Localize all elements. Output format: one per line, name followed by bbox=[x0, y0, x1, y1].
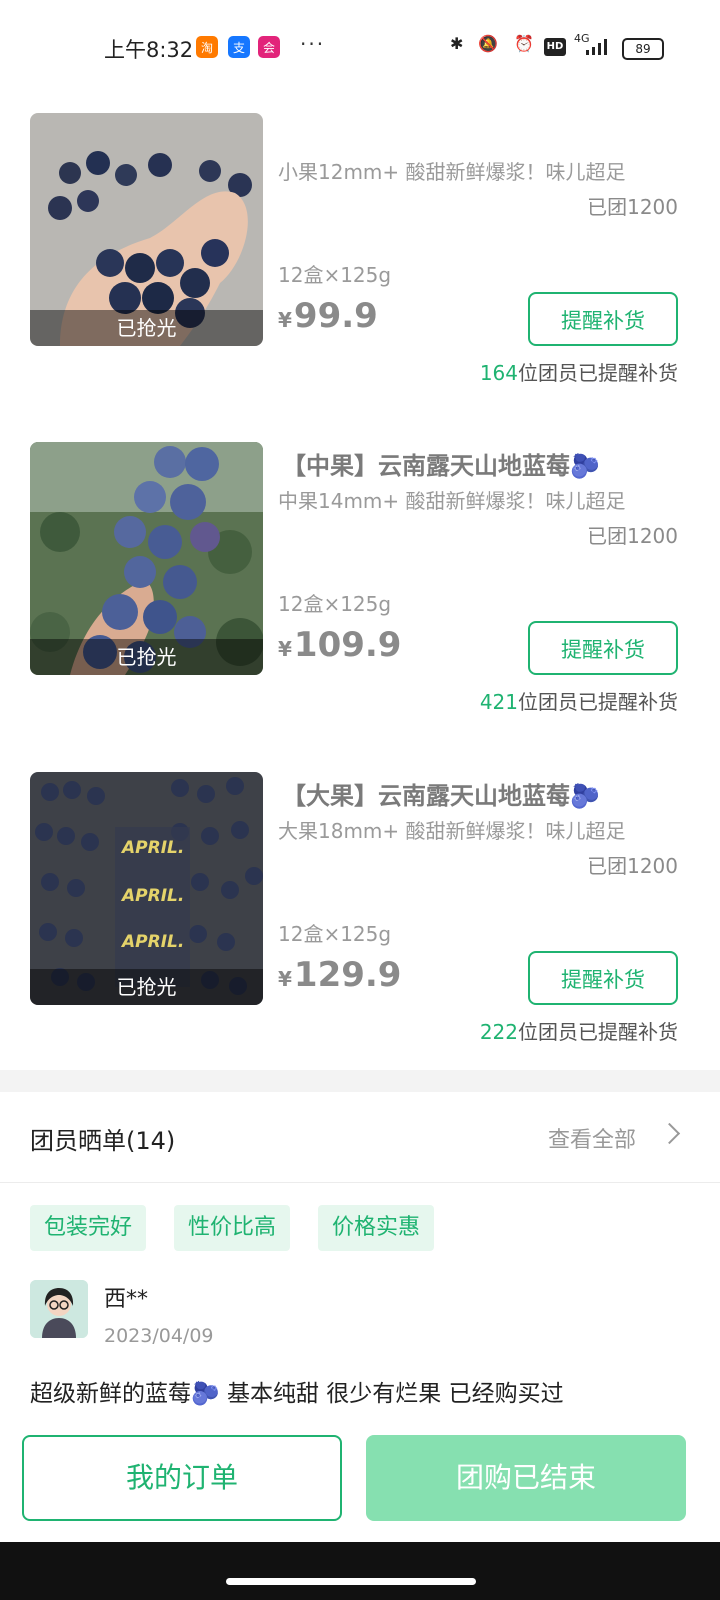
alarm-icon: ⏰ bbox=[514, 34, 534, 53]
avatar bbox=[30, 1280, 88, 1338]
product-image: 已抢光 bbox=[30, 442, 263, 675]
product-price: ¥129.9 bbox=[278, 955, 402, 995]
product-title: 【大果】云南露天山地蓝莓🫐 bbox=[282, 782, 600, 810]
remind-restock-button[interactable]: 提醒补货 bbox=[528, 292, 678, 346]
box-label: APRIL. bbox=[122, 932, 185, 952]
product-subtitle: 大果18mm+ 酸甜新鲜爆浆！味儿超足 bbox=[278, 819, 626, 843]
remind-restock-button[interactable]: 提醒补货 bbox=[528, 621, 678, 675]
bluetooth-icon: ✱ bbox=[450, 34, 464, 53]
product-subtitle: 中果14mm+ 酸甜新鲜爆浆！味儿超足 bbox=[278, 489, 626, 513]
status-more: ··· bbox=[300, 32, 326, 56]
system-nav-bar bbox=[0, 1542, 720, 1600]
status-time: 上午8:32 bbox=[104, 38, 194, 62]
review-text: 超级新鲜的蓝莓🫐 基本纯甜 很少有烂果 已经购买过 bbox=[30, 1381, 564, 1407]
group-count: 已团1200 bbox=[587, 854, 678, 878]
battery-indicator: 89 bbox=[622, 38, 664, 60]
product-title: 【中果】云南露天山地蓝莓🫐 bbox=[282, 452, 600, 480]
remind-count: 421位团员已提醒补货 bbox=[479, 690, 678, 714]
product-image: 已抢光 bbox=[30, 113, 263, 346]
mute-icon: 🔕 bbox=[478, 34, 498, 53]
home-indicator[interactable] bbox=[226, 1578, 476, 1585]
product-price: ¥99.9 bbox=[278, 296, 378, 336]
soldout-badge: 已抢光 bbox=[30, 310, 263, 346]
reviews-title: 团员晒单(14) bbox=[30, 1127, 176, 1155]
taobao-icon: 淘 bbox=[196, 36, 218, 58]
view-all-link[interactable]: 查看全部 bbox=[548, 1122, 636, 1154]
review-tag[interactable]: 价格实惠 bbox=[318, 1205, 435, 1251]
hd-icon: HD bbox=[544, 38, 566, 56]
product-spec: 12盒×125g bbox=[278, 592, 392, 616]
soldout-badge: 已抢光 bbox=[30, 639, 263, 675]
box-label: APRIL. bbox=[122, 886, 185, 906]
review-date: 2023/04/09 bbox=[104, 1325, 214, 1347]
group-buy-ended-button: 团购已结束 bbox=[366, 1435, 686, 1521]
product-image: APRIL. APRIL. APRIL. 已抢光 bbox=[30, 772, 263, 1005]
signal-icon bbox=[586, 39, 607, 55]
alipay-icon: 支 bbox=[228, 36, 250, 58]
review-tag[interactable]: 包装完好 bbox=[30, 1205, 147, 1251]
product-price: ¥109.9 bbox=[278, 625, 402, 665]
group-count: 已团1200 bbox=[587, 524, 678, 548]
remind-count: 222位团员已提醒补货 bbox=[479, 1020, 678, 1044]
group-count: 已团1200 bbox=[587, 195, 678, 219]
box-label: APRIL. bbox=[122, 838, 185, 858]
my-orders-button[interactable]: 我的订单 bbox=[22, 1435, 342, 1521]
section-divider bbox=[0, 1070, 720, 1092]
product-subtitle: 小果12mm+ 酸甜新鲜爆浆！味儿超足 bbox=[278, 160, 626, 184]
soldout-badge: 已抢光 bbox=[30, 969, 263, 1005]
remind-restock-button[interactable]: 提醒补货 bbox=[528, 951, 678, 1005]
app-notification-icon: 会 bbox=[258, 36, 280, 58]
product-spec: 12盒×125g bbox=[278, 922, 392, 946]
reviewer-name: 西** bbox=[104, 1287, 149, 1312]
review-tag[interactable]: 性价比高 bbox=[174, 1205, 291, 1251]
product-spec: 12盒×125g bbox=[278, 263, 392, 287]
remind-count: 164位团员已提醒补货 bbox=[479, 361, 678, 385]
